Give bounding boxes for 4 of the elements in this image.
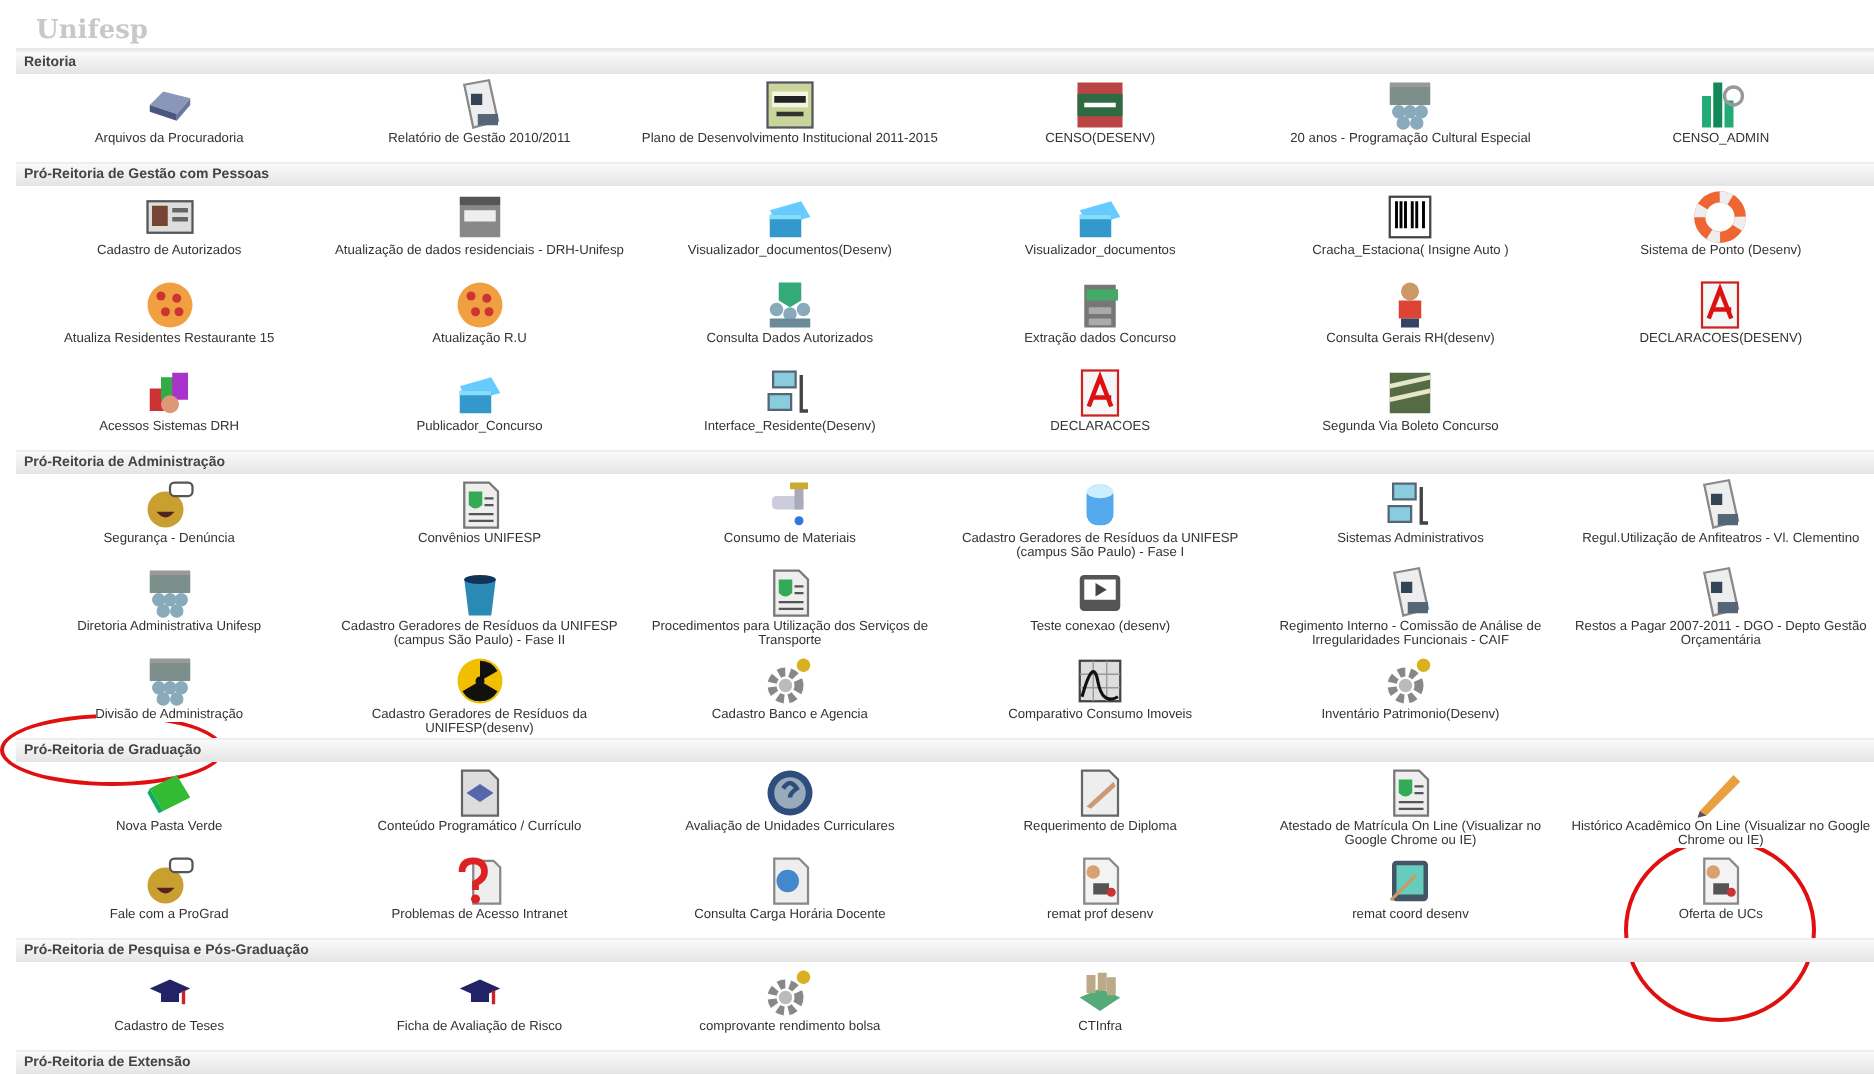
censo-logo-icon: [1072, 78, 1129, 132]
pdi-logo-icon: [761, 78, 818, 132]
smiley-chat-icon: [141, 854, 198, 908]
lifebuoy-icon: [1692, 190, 1749, 244]
